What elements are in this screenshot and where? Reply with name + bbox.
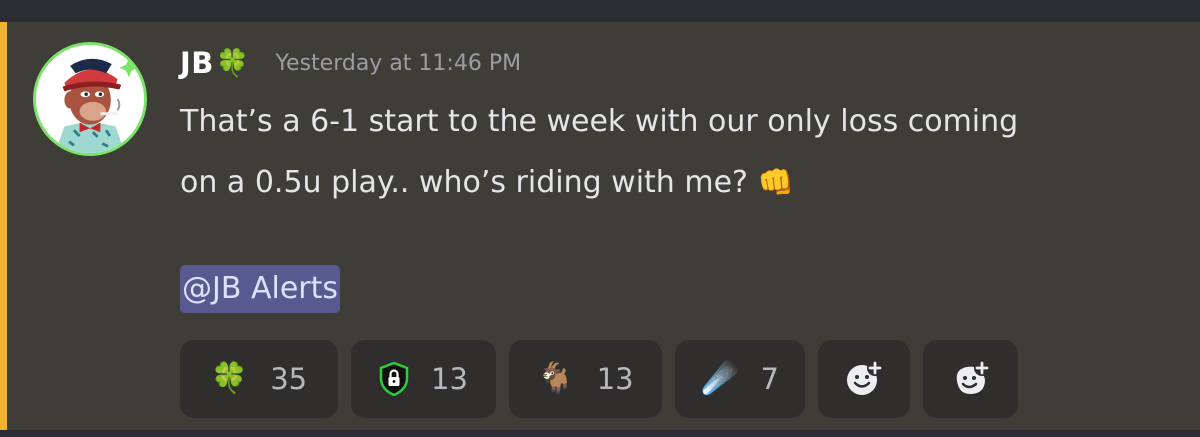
message-timestamp[interactable]: Yesterday at 11:46 PM <box>276 51 522 76</box>
reaction-count: 35 <box>270 362 308 396</box>
chat-message[interactable]: JB 🍀 Yesterday at 11:46 PM That’s a 6-1 … <box>0 22 1200 430</box>
ape-avatar-icon <box>36 45 144 153</box>
add-reaction-icon <box>847 360 883 395</box>
mention-highlight-bar <box>0 22 7 430</box>
message-content: That’s a 6-1 start to the week with our … <box>180 92 1180 212</box>
shield-lock-icon <box>379 362 409 396</box>
reaction-count: 13 <box>596 362 634 396</box>
message-line-1: That’s a 6-1 start to the week with our … <box>180 104 1019 139</box>
top-band <box>0 0 1200 22</box>
avatar[interactable] <box>33 42 147 156</box>
add-super-reaction-button[interactable] <box>923 340 1018 418</box>
author-badge-clover-icon: 🍀 <box>215 47 250 79</box>
reactions-bar: 🍀 35 13 🐐 13 ☄️ 7 <box>180 340 1018 418</box>
reaction-fireball[interactable]: ☄️ 7 <box>675 340 805 418</box>
author-name[interactable]: JB <box>180 46 214 80</box>
clover-icon: 🍀 <box>210 361 249 396</box>
reaction-clover[interactable]: 🍀 35 <box>180 340 338 418</box>
reaction-count: 7 <box>760 362 779 396</box>
fist-bump-icon: 👊 <box>757 165 794 199</box>
reaction-count: 13 <box>431 362 468 396</box>
fireball-icon: ☄️ <box>701 361 739 396</box>
role-mention[interactable]: @JB Alerts <box>180 265 341 313</box>
add-super-reaction-icon <box>956 360 990 394</box>
goat-icon: 🐐 <box>537 361 575 396</box>
message-header: JB 🍀 Yesterday at 11:46 PM <box>180 42 521 84</box>
add-reaction-button[interactable] <box>818 340 910 418</box>
reaction-goat[interactable]: 🐐 13 <box>509 340 662 418</box>
bottom-band <box>0 430 1200 437</box>
reaction-shield-lock[interactable]: 13 <box>351 340 496 418</box>
message-line-2-text: on a 0.5u play.. who’s riding with me? <box>180 165 748 200</box>
message-line-2: on a 0.5u play.. who’s riding with me? 👊 <box>180 152 1180 212</box>
